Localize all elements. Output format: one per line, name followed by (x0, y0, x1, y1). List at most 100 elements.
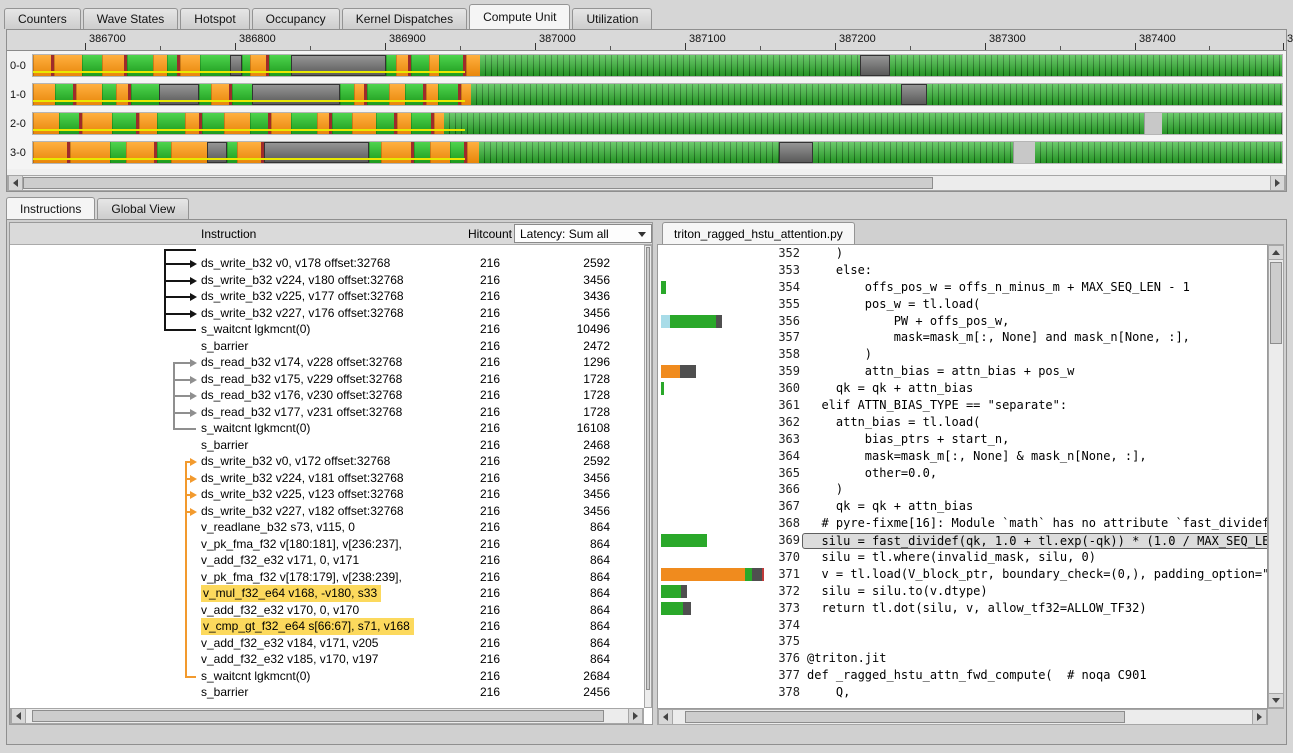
instruction-row[interactable]: v_add_f32_e32 v184, v171, v205216864 (10, 635, 644, 652)
instruction-row[interactable]: ds_read_b32 v174, v228 offset:3276821612… (10, 354, 644, 371)
tab-global-view[interactable]: Global View (97, 198, 189, 219)
instruction-scroll-track[interactable] (26, 709, 628, 723)
source-line[interactable]: 378 Q, (658, 684, 1267, 701)
instruction-row[interactable]: v_pk_fma_f32 v[178:179], v[238:239],2168… (10, 569, 644, 586)
instruction-row[interactable]: ds_read_b32 v176, v230 offset:3276821617… (10, 387, 644, 404)
instruction-vscroll-thumb[interactable] (646, 247, 650, 690)
instruction-row[interactable]: s_waitcnt lgkmcnt(0)2162684 (10, 668, 644, 685)
source-line[interactable]: 369 silu = fast_dividef(qk, 1.0 + tl.exp… (658, 532, 1267, 549)
source-line[interactable]: 368 # pyre-fixme[16]: Module `math` has … (658, 515, 1267, 532)
source-line[interactable]: 356 PW + offs_pos_w, (658, 313, 1267, 330)
instruction-row[interactable]: ds_write_b32 v227, v176 offset:327682163… (10, 305, 644, 322)
timeline-scroll-left-button[interactable] (8, 176, 23, 190)
instruction-row[interactable]: ds_write_b32 v225, v123 offset:327682163… (10, 486, 644, 503)
source-line[interactable]: 359 attn_bias = attn_bias + pos_w (658, 363, 1267, 380)
instruction-row[interactable]: ds_write_b32 v224, v181 offset:327682163… (10, 470, 644, 487)
source-line[interactable]: 357 mask=mask_m[:, None] and mask_n[None… (658, 329, 1267, 346)
instruction-scroll-left-button[interactable] (11, 709, 26, 723)
tab-occupancy[interactable]: Occupancy (252, 8, 340, 29)
instruction-row[interactable]: ds_read_b32 v175, v229 offset:3276821617… (10, 371, 644, 388)
ruler-minor-tick (310, 46, 311, 50)
source-line[interactable]: 355 pos_w = tl.load( (658, 296, 1267, 313)
instruction-row[interactable]: v_readlane_b32 s73, v115, 0216864 (10, 519, 644, 536)
instruction-row[interactable]: v_cmp_gt_f32_e64 s[66:67], s71, v1682168… (10, 618, 644, 635)
source-scroll-up-button[interactable] (1269, 245, 1283, 260)
source-line[interactable]: 353 else: (658, 262, 1267, 279)
source-line[interactable]: 371 v = tl.load(V_block_ptr, boundary_ch… (658, 566, 1267, 583)
instruction-row[interactable]: ds_write_b32 v0, v178 offset:32768216259… (10, 255, 644, 272)
instruction-row[interactable]: ds_write_b32 v224, v180 offset:327682163… (10, 272, 644, 289)
source-line[interactable]: 360 qk = qk + attn_bias (658, 380, 1267, 397)
code-text: bias_ptrs + start_n, (807, 431, 1009, 448)
timeline-segment (890, 55, 1283, 76)
source-line[interactable]: 374 (658, 617, 1267, 634)
wave-timeline-bar[interactable] (32, 83, 1283, 106)
instruction-row[interactable]: _ (10, 245, 644, 255)
tab-wave-states[interactable]: Wave States (83, 8, 179, 29)
source-line[interactable]: 352 ) (658, 245, 1267, 262)
instruction-row[interactable]: ds_write_b32 v227, v182 offset:327682163… (10, 503, 644, 520)
tab-counters[interactable]: Counters (4, 8, 81, 29)
source-line[interactable]: 358 ) (658, 346, 1267, 363)
tab-utilization[interactable]: Utilization (572, 8, 652, 29)
wave-timeline-bar[interactable] (32, 54, 1283, 77)
line-number: 375 (758, 633, 800, 650)
timeline-hscrollbar[interactable] (7, 175, 1286, 191)
instruction-row[interactable]: v_add_f32_e32 v170, 0, v170216864 (10, 602, 644, 619)
instruction-row[interactable]: s_barrier2162468 (10, 437, 644, 454)
instruction-row[interactable]: s_barrier2162472 (10, 338, 644, 355)
instruction-text: v_add_f32_e32 v184, v171, v205 (201, 635, 378, 652)
source-line[interactable]: 362 attn_bias = tl.load( (658, 414, 1267, 431)
source-scroll-down-button[interactable] (1269, 693, 1283, 708)
source-line[interactable]: 370 silu = tl.where(invalid_mask, silu, … (658, 549, 1267, 566)
instruction-text: ds_read_b32 v177, v231 offset:32768 (201, 404, 402, 421)
wave-timeline-bar[interactable] (32, 112, 1283, 135)
source-line[interactable]: 366 ) (658, 481, 1267, 498)
source-vscrollbar[interactable] (1268, 244, 1284, 709)
source-vscroll-thumb[interactable] (1270, 262, 1282, 344)
instruction-row[interactable]: v_add_f32_e32 v185, v170, v197216864 (10, 651, 644, 668)
instruction-row[interactable]: s_waitcnt lgkmcnt(0)21610496 (10, 321, 644, 338)
source-line[interactable]: 376@triton.jit (658, 650, 1267, 667)
source-line[interactable]: 373 return tl.dot(silu, v, allow_tf32=AL… (658, 600, 1267, 617)
instruction-row[interactable]: v_mul_f32_e64 v168, -v180, s33216864 (10, 585, 644, 602)
tab-instructions[interactable]: Instructions (6, 197, 95, 219)
instruction-row[interactable]: s_waitcnt lgkmcnt(0)21616108 (10, 420, 644, 437)
source-hscroll-track[interactable] (673, 710, 1252, 724)
instruction-scroll-thumb[interactable] (32, 710, 604, 722)
tab-compute-unit[interactable]: Compute Unit (469, 4, 570, 29)
source-hscrollbar[interactable] (657, 709, 1268, 725)
instruction-hscrollbar[interactable] (10, 708, 644, 724)
instruction-row[interactable]: ds_write_b32 v0, v172 offset:32768216259… (10, 453, 644, 470)
timeline-scroll-thumb[interactable] (23, 177, 933, 189)
source-line[interactable]: 363 bias_ptrs + start_n, (658, 431, 1267, 448)
source-hscroll-thumb[interactable] (685, 711, 1125, 723)
instruction-row[interactable]: s_barrier2162456 (10, 684, 644, 701)
source-vscroll-track[interactable] (1269, 260, 1283, 693)
source-scroll-left-button[interactable] (658, 710, 673, 724)
instruction-scroll-right-button[interactable] (628, 709, 643, 723)
tab-hotspot[interactable]: Hotspot (180, 8, 249, 29)
source-line[interactable]: 361 elif ATTN_BIAS_TYPE == "separate": (658, 397, 1267, 414)
instruction-row[interactable]: v_add_f32_e32 v171, 0, v171216864 (10, 552, 644, 569)
instruction-vscrollbar[interactable] (644, 245, 652, 708)
instruction-row[interactable]: v_pk_fma_f32 v[180:181], v[236:237],2168… (10, 536, 644, 553)
source-file-tab[interactable]: triton_ragged_hstu_attention.py (662, 222, 855, 244)
source-line[interactable]: 377def _ragged_hstu_attn_fwd_compute( # … (658, 667, 1267, 684)
source-line[interactable]: 372 silu = silu.to(v.dtype) (658, 583, 1267, 600)
source-scroll-right-button[interactable] (1252, 710, 1267, 724)
instruction-row[interactable]: ds_read_b32 v177, v231 offset:3276821617… (10, 404, 644, 421)
source-line[interactable]: 364 mask=mask_m[:, None] & mask_n[None, … (658, 448, 1267, 465)
instruction-vscroll-track[interactable] (645, 246, 651, 707)
source-line[interactable]: 375 (658, 633, 1267, 650)
latency-dropdown[interactable]: Latency: Sum all (514, 224, 652, 243)
source-line[interactable]: 365 other=0.0, (658, 465, 1267, 482)
tab-kernel-dispatches[interactable]: Kernel Dispatches (342, 8, 467, 29)
timeline-scroll-track[interactable] (23, 176, 1270, 190)
source-line[interactable]: 354 offs_pos_w = offs_n_minus_m + MAX_SE… (658, 279, 1267, 296)
latency-bar-segment (745, 568, 752, 581)
source-line[interactable]: 367 qk = qk + attn_bias (658, 498, 1267, 515)
instruction-row[interactable]: ds_write_b32 v225, v177 offset:327682163… (10, 288, 644, 305)
timeline-scroll-right-button[interactable] (1270, 176, 1285, 190)
wave-timeline-bar[interactable] (32, 141, 1283, 164)
